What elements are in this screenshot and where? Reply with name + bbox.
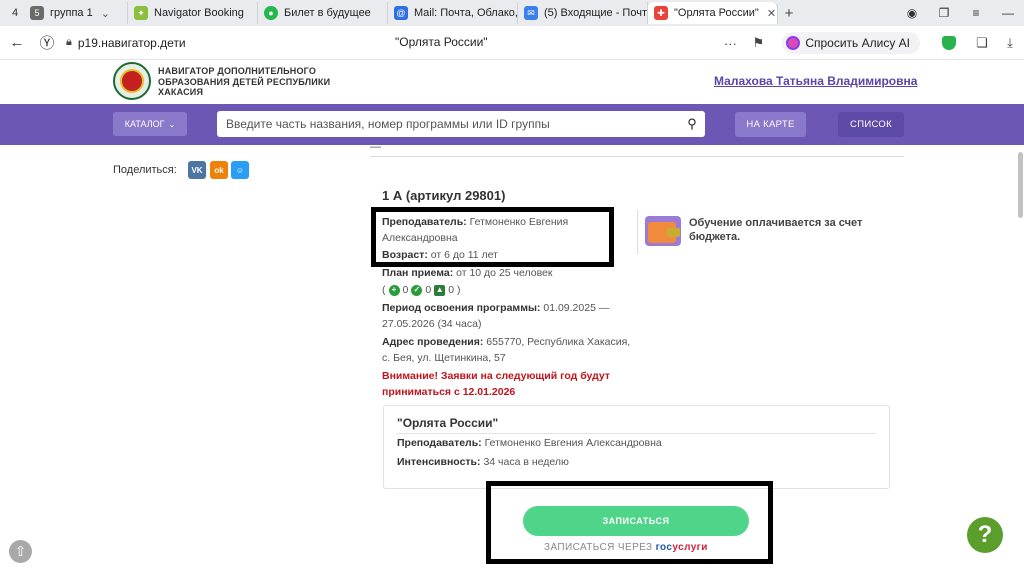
tab-navigator-booking[interactable]: ✦ Navigator Booking xyxy=(128,2,258,24)
mail-favicon-icon: @ xyxy=(394,6,408,20)
search-input[interactable] xyxy=(226,117,679,131)
tab-mail[interactable]: @ Mail: Почта, Облако, К xyxy=(388,2,518,24)
ok-share-icon[interactable]: ok xyxy=(210,161,228,179)
window-controls: ◉ ❐ ≡ — xyxy=(896,0,1024,26)
group-title: 1 А (артикул 29801) xyxy=(382,188,506,203)
inbox-favicon-icon: ✉ xyxy=(524,6,538,20)
share-label: Поделиться: xyxy=(113,164,177,176)
enroll-button[interactable]: ЗАПИСАТЬСЯ xyxy=(523,506,749,536)
plan-value: от 10 до 25 человек xyxy=(456,267,553,279)
back-icon[interactable]: ← xyxy=(2,34,32,51)
highlight-box-teacher xyxy=(371,207,614,267)
url-field[interactable]: 🔒︎ p19.навигатор.дети xyxy=(66,36,186,50)
yandex-icon[interactable]: Ⓨ xyxy=(32,32,62,53)
tab-bilet[interactable]: ● Билет в будущее xyxy=(258,2,388,24)
scrollbar-thumb[interactable] xyxy=(1018,152,1023,218)
user-name-link[interactable]: Малахова Татьяна Владимировна xyxy=(714,74,917,88)
enroll-via-gosuslugi-link[interactable]: ЗАПИСАТЬСЯ ЧЕРЕЗ госуслуги xyxy=(544,542,708,553)
site-header: НАВИГАТОР ДОПОЛНИТЕЛЬНОГО ОБРАЗОВАНИЯ ДЕ… xyxy=(0,60,1024,104)
plus-circle-icon: + xyxy=(388,284,400,296)
main-nav: КАТАЛОГ ⌄ ⚲ НА КАРТЕ СПИСОК xyxy=(0,104,1024,145)
download-icon[interactable]: ⤓ xyxy=(996,35,1024,51)
tab-label: Navigator Booking xyxy=(154,7,244,19)
address-bar-actions: ··· ⚑ Спросить Алису AI ❏ ⤓ xyxy=(716,26,1024,60)
mymail-share-icon[interactable]: ☺ xyxy=(231,161,249,179)
address-bar: ← Ⓨ 🔒︎ p19.навигатор.дети "Орлята России… xyxy=(0,26,1024,60)
program-card: "Орлята России" Преподаватель: Гетмоненк… xyxy=(383,405,890,489)
org-name[interactable]: НАВИГАТОР ДОПОЛНИТЕЛЬНОГО ОБРАЗОВАНИЯ ДЕ… xyxy=(158,66,330,98)
plan-counts: ( +0 ✓ 0 ▲ 0) xyxy=(382,284,461,296)
map-button[interactable]: НА КАРТЕ xyxy=(735,112,806,137)
tab-orlyata[interactable]: ✚ "Орлята России" ✕ xyxy=(648,2,778,24)
plan-row: План приема: от 10 до 25 человек xyxy=(382,267,553,279)
more-icon[interactable]: ··· xyxy=(716,36,744,51)
bilet-favicon-icon: ● xyxy=(264,6,278,20)
catalog-label: КАТАЛОГ xyxy=(124,119,165,129)
catalog-button[interactable]: КАТАЛОГ ⌄ xyxy=(113,112,187,136)
scroll-up-icon[interactable]: ⇧ xyxy=(9,540,32,563)
divider xyxy=(637,210,638,254)
scrollbar[interactable] xyxy=(1017,150,1024,574)
tab-label: Mail: Почта, Облако, К xyxy=(414,7,518,19)
extension-icon[interactable]: ◉ xyxy=(896,6,928,20)
khakassia-emblem-icon[interactable] xyxy=(113,62,151,100)
alice-icon xyxy=(786,36,801,50)
shield-icon[interactable] xyxy=(942,36,956,50)
payment-text: Обучение оплачивается за счет бюджета. xyxy=(689,217,863,243)
browser-tab-bar: 4 5 группа 1 ⌄ ✦ Navigator Booking ● Бил… xyxy=(0,0,1024,26)
wallet-icon xyxy=(645,216,681,246)
vk-share-icon[interactable]: VK xyxy=(188,161,206,179)
help-button[interactable]: ? xyxy=(967,517,1003,553)
program-title: "Орлята России" xyxy=(397,416,499,430)
new-tab-icon[interactable]: + xyxy=(778,5,800,22)
card-intensity-row: Интенсивность: 34 часа в неделю xyxy=(397,456,569,468)
lock-icon: 🔒︎ xyxy=(66,36,72,48)
page-title: "Орлята России" xyxy=(395,35,488,49)
menu-icon[interactable]: ≡ xyxy=(960,6,992,20)
search-box: ⚲ xyxy=(217,111,705,137)
collections-icon[interactable]: ❏ xyxy=(968,35,996,51)
alice-label: Спросить Алису AI xyxy=(805,36,910,50)
section-heading-clipped: — xyxy=(370,141,381,149)
close-icon[interactable]: ✕ xyxy=(767,7,776,20)
graduation-cap-icon: ▲ xyxy=(434,284,446,296)
chevron-down-icon: ⌄ xyxy=(168,119,176,129)
ask-alice-button[interactable]: Спросить Алису AI xyxy=(782,32,920,54)
list-button[interactable]: СПИСОК xyxy=(838,112,904,137)
chevron-down-icon[interactable]: ⌄ xyxy=(101,7,110,20)
divider xyxy=(370,156,904,157)
payment-info: Обучение оплачивается за счет бюджета. xyxy=(637,210,897,256)
orlyata-favicon-icon: ✚ xyxy=(654,6,668,20)
period-row: Период освоения программы: 01.09.2025 — … xyxy=(382,302,610,330)
tab-label: Билет в будущее xyxy=(284,7,371,19)
address-row: Адрес проведения: 655770, Республика Хак… xyxy=(382,336,631,364)
minimize-icon[interactable]: — xyxy=(992,6,1024,20)
tab-label: (5) Входящие - Почта xyxy=(544,7,648,19)
tab-label: группа 1 xyxy=(50,7,93,19)
tab-inbox[interactable]: ✉ (5) Входящие - Почта xyxy=(518,2,648,24)
check-circle-icon: ✓ xyxy=(411,284,423,296)
warning-text: Внимание! Заявки на следующий год будут … xyxy=(382,370,611,398)
navigator-favicon-icon: ✦ xyxy=(134,6,148,20)
tab-counter[interactable]: 4 xyxy=(6,4,24,22)
divider xyxy=(397,433,876,434)
group-badge-icon: 5 xyxy=(30,6,44,20)
url-text: p19.навигатор.дети xyxy=(77,35,186,50)
tab-label: "Орлята России" xyxy=(674,7,759,19)
bookmarks-icon[interactable]: ❐ xyxy=(928,6,960,20)
tab-group-1[interactable]: 5 группа 1 ⌄ xyxy=(24,2,128,24)
bookmark-icon[interactable]: ⚑ xyxy=(744,35,772,51)
card-teacher-row: Преподаватель: Гетмоненко Евгения Алекса… xyxy=(397,437,662,449)
search-icon[interactable]: ⚲ xyxy=(679,116,705,132)
